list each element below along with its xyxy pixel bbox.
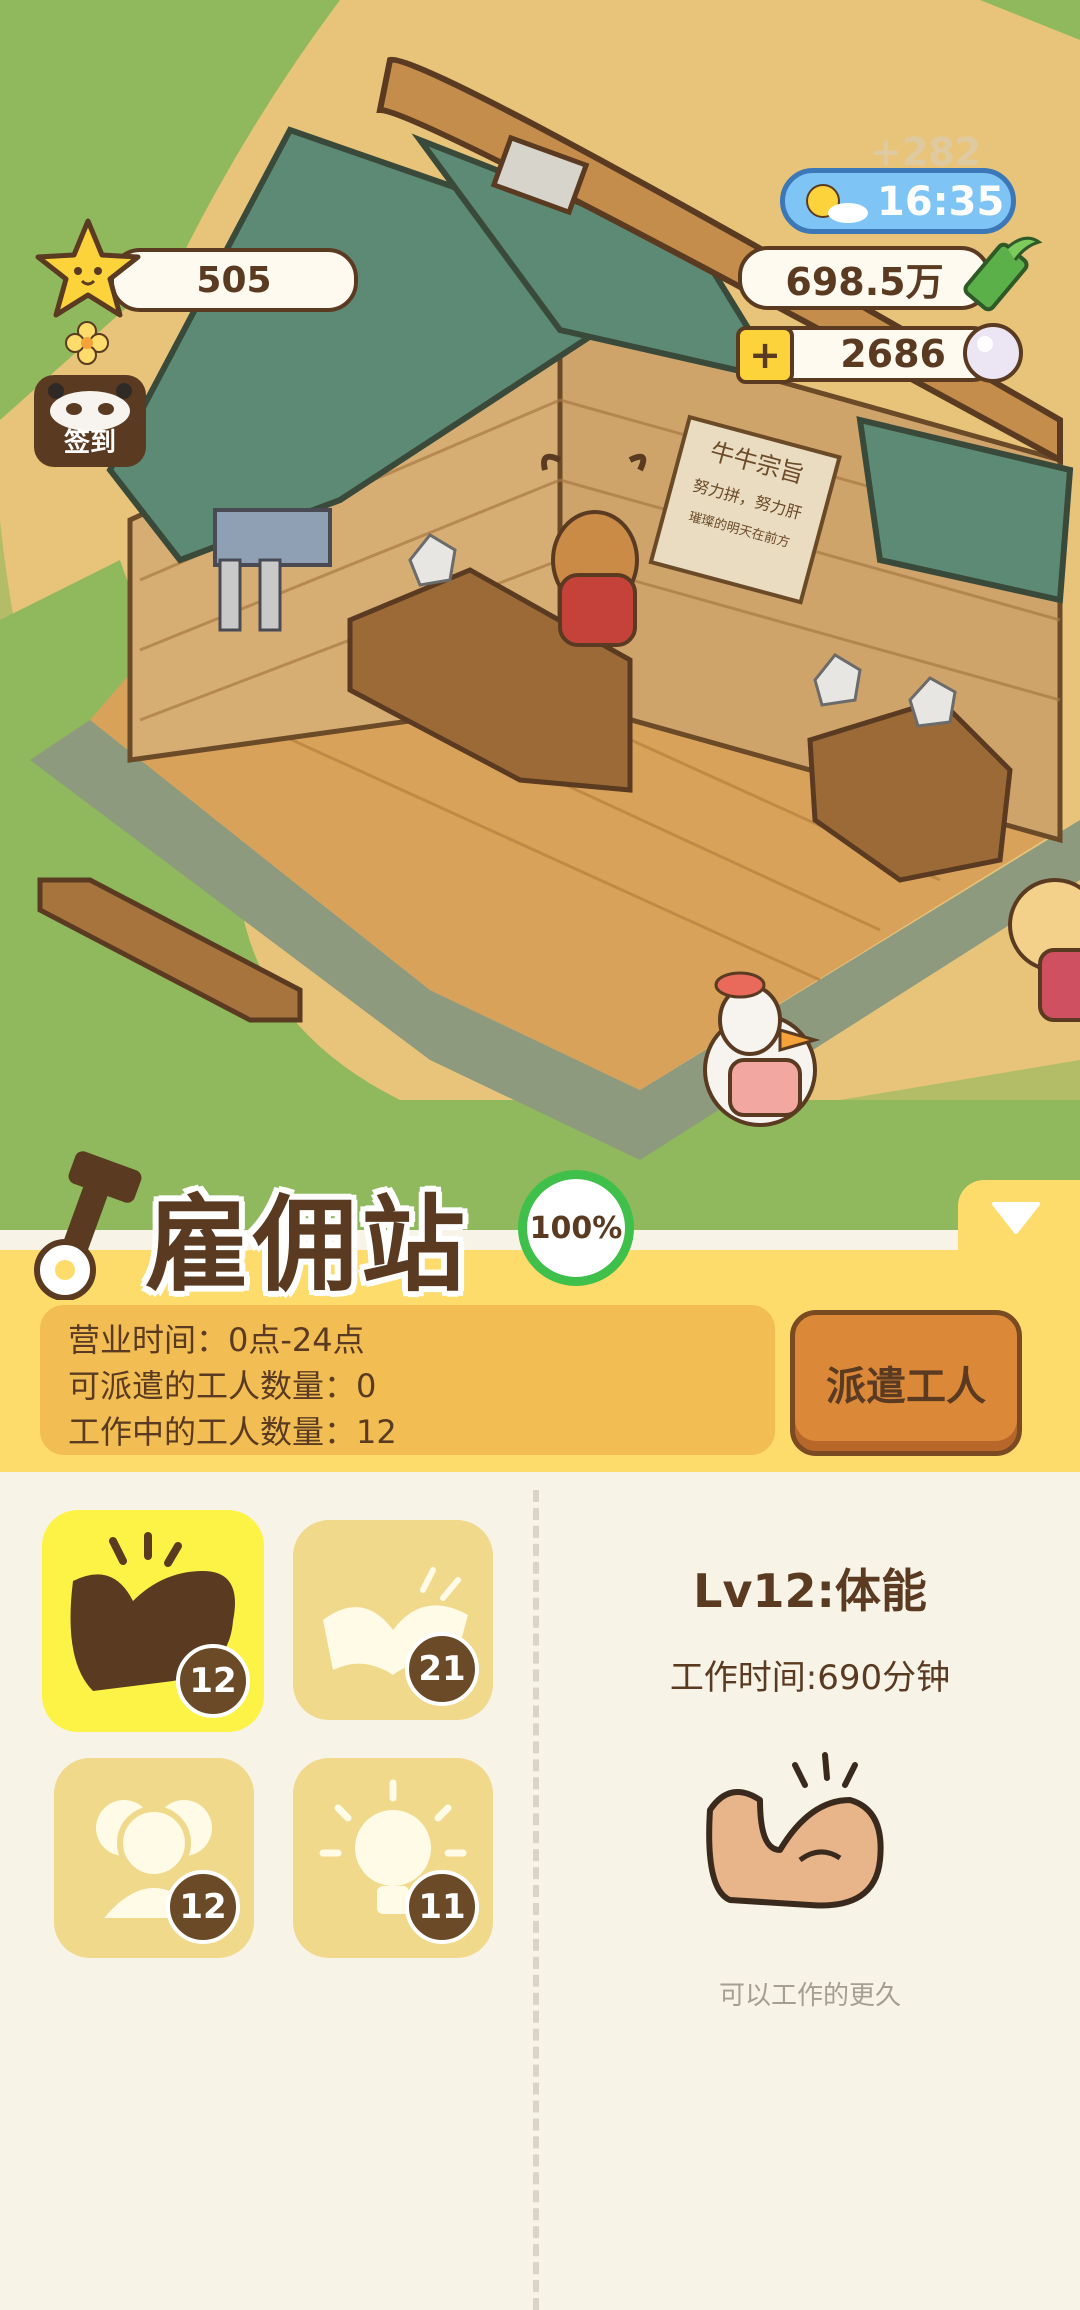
skill-description: 可以工作的更久 <box>718 1981 901 2011</box>
collapse-panel-button[interactable] <box>990 1198 1042 1242</box>
weather-clock: 16:35 <box>780 168 1016 234</box>
working-workers: 工作中的工人数量：12 <box>68 1413 397 1451</box>
star-icon <box>35 218 141 318</box>
skill-level-badge: 12 <box>166 1870 240 1944</box>
star-count: 505 <box>196 259 272 301</box>
wrench-icon <box>34 1151 142 1300</box>
skill-idea[interactable]: 11 <box>293 1758 493 1958</box>
station-title: 雇佣站 <box>145 1184 470 1306</box>
skill-knowledge[interactable]: 21 <box>293 1520 493 1720</box>
progress-ring: 100% <box>518 1170 634 1286</box>
skill-stamina[interactable]: 12 <box>42 1510 264 1732</box>
chevron-down-icon <box>992 1202 1040 1234</box>
flower-icon <box>65 321 109 365</box>
money-counter: 698.5万 <box>738 246 991 310</box>
pearl-value: 2686 <box>840 332 946 376</box>
add-pearls-button[interactable]: + <box>736 326 794 384</box>
skill-level-badge: 12 <box>176 1644 250 1718</box>
skill-detail-title: Lv12:体能 <box>693 1564 927 1618</box>
muscle-arm-icon <box>706 1752 884 1909</box>
ghost-bonus: +282 <box>870 130 982 174</box>
skill-work-time: 工作时间:690分钟 <box>669 1658 951 1698</box>
checkin-label: 签到 <box>63 428 116 458</box>
dispatch-workers-button[interactable]: 派遣工人 <box>790 1310 1022 1456</box>
panel-divider <box>533 1490 539 2310</box>
skill-level-badge: 21 <box>405 1632 479 1706</box>
business-hours: 营业时间：0点-24点 <box>68 1321 365 1359</box>
plus-icon: + <box>749 333 781 377</box>
bamboo-icon <box>963 236 1043 312</box>
progress-value: 100% <box>529 1210 623 1246</box>
skill-level-badge: 11 <box>405 1870 479 1944</box>
pearl-icon <box>963 323 1023 383</box>
checkin-button[interactable]: 签到 <box>34 375 146 467</box>
station-info: 营业时间：0点-24点 可派遣的工人数量：0 工作中的工人数量：12 <box>40 1305 775 1455</box>
money-value: 698.5万 <box>785 259 944 304</box>
sun-cloud-icon <box>806 184 868 223</box>
available-workers: 可派遣的工人数量：0 <box>68 1367 377 1405</box>
clock-time: 16:35 <box>877 179 1005 225</box>
skill-social[interactable]: 12 <box>54 1758 254 1958</box>
star-counter: 505 <box>110 248 358 312</box>
